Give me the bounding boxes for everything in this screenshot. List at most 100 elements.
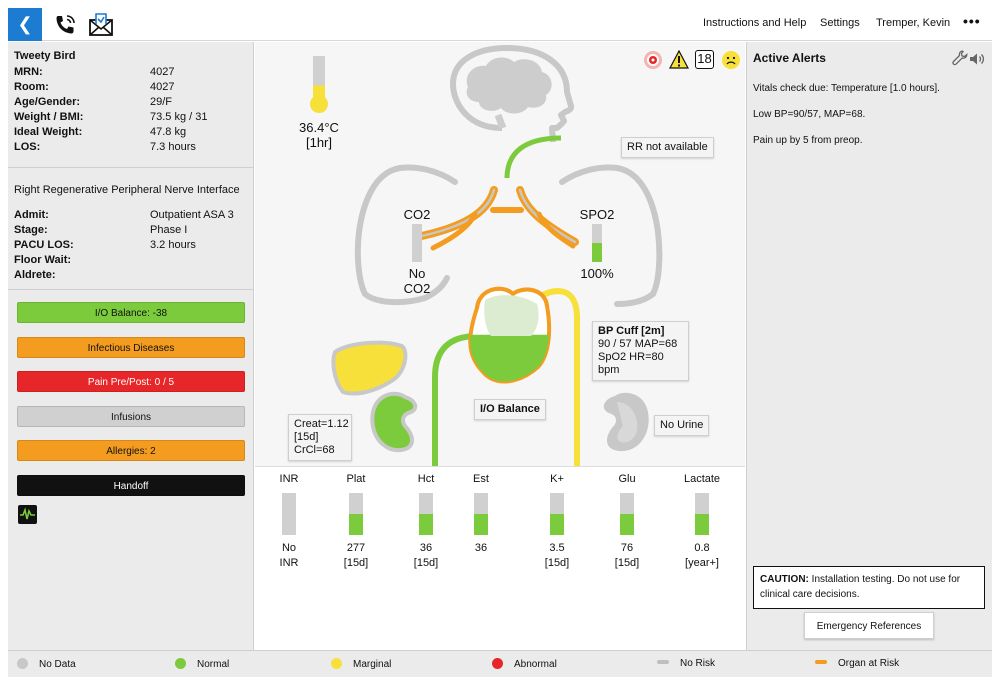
legend-item: No Data — [17, 658, 76, 670]
handoff-button[interactable]: Handoff — [17, 475, 245, 496]
co2-value: No — [408, 266, 426, 281]
field-label: MRN: — [14, 66, 43, 78]
urine-bubble[interactable]: No Urine — [654, 415, 710, 436]
airway-normal — [504, 135, 562, 179]
back-button[interactable]: ❮ — [8, 8, 42, 41]
top-bar: ❮ Instructions and Help Settings Tremper… — [8, 8, 992, 41]
target-icon[interactable] — [643, 50, 663, 70]
field-label: Ideal Weight: — [14, 126, 83, 138]
legend-swatch — [175, 658, 186, 669]
instructions-link[interactable]: Instructions and Help — [703, 17, 806, 29]
co2-value-unit: CO2 — [403, 281, 431, 296]
creatinine-bubble[interactable]: Creat=1.12 [15d] CrCl=68 — [288, 414, 352, 461]
mail-icon — [89, 13, 113, 36]
lab-name: Est — [473, 473, 489, 485]
lab-value: 36 — [474, 542, 488, 554]
lab-plat[interactable]: Plat 277 [15d] — [331, 473, 381, 571]
legend-item: Normal — [175, 658, 229, 670]
lab-potassium[interactable]: K+ 3.5 [15d] — [532, 473, 582, 571]
io-balance-label[interactable]: I/O Balance — [474, 399, 546, 420]
field-value: 7.3 hours — [150, 141, 196, 153]
field-label: Age/Gender: — [14, 96, 81, 108]
lab-glucose[interactable]: Glu 76 [15d] — [602, 473, 652, 571]
legend-item: Abnormal — [492, 658, 557, 670]
lab-lactate[interactable]: Lactate 0.8 [year+] — [677, 473, 727, 571]
lab-age: [15d] — [614, 557, 640, 569]
legend-label: Organ at Risk — [838, 658, 900, 669]
alert-item[interactable]: Pain up by 5 from preop. — [753, 135, 863, 146]
infusions-button[interactable]: Infusions — [17, 406, 245, 427]
alert-item[interactable]: Low BP=90/57, MAP=68. — [753, 109, 865, 120]
field-label: Aldrete: — [14, 269, 56, 281]
lab-fill — [349, 514, 363, 535]
lab-bar — [474, 493, 488, 535]
lab-fill — [695, 514, 709, 535]
infectious-diseases-button[interactable]: Infectious Diseases — [17, 337, 245, 358]
lab-est[interactable]: Est 36 — [456, 473, 506, 556]
liver-organ — [331, 340, 408, 396]
lab-fill — [419, 514, 433, 535]
legend-swatch — [17, 658, 28, 669]
body-map-panel: 18 36.4°C [1hr] RR not available CO2 No … — [255, 42, 745, 650]
lab-name: K+ — [550, 473, 564, 485]
spo2-hr: SpO2 HR=80 bpm — [598, 351, 664, 376]
heart-organ — [468, 286, 552, 384]
legend-item: Organ at Risk — [815, 658, 899, 669]
lab-hct[interactable]: Hct 36 [15d] — [401, 473, 451, 571]
lab-age: [15d] — [544, 557, 570, 569]
io-balance-button[interactable]: I/O Balance: -38 — [17, 302, 245, 323]
field-label: Floor Wait: — [14, 254, 72, 266]
speaker-icon[interactable] — [969, 51, 985, 67]
user-menu[interactable]: Tremper, Kevin — [876, 17, 950, 29]
lab-bar — [282, 493, 296, 535]
divider — [8, 289, 254, 290]
lab-name: Glu — [618, 473, 636, 485]
phone-button[interactable] — [52, 12, 78, 38]
field-label: Admit: — [14, 209, 49, 221]
settings-link[interactable]: Settings — [820, 17, 860, 29]
pain-score-badge[interactable]: 18 — [695, 50, 714, 69]
legend-swatch — [331, 658, 342, 669]
lab-inr[interactable]: INR No INR — [264, 473, 314, 571]
chevron-left-icon: ❮ — [17, 14, 33, 34]
sad-face-icon[interactable] — [721, 50, 741, 70]
alerts-title: Active Alerts — [753, 51, 826, 65]
bp-bubble[interactable]: BP Cuff [2m] 90 / 57 MAP=68 SpO2 HR=80 b… — [592, 321, 689, 381]
divider — [8, 167, 254, 168]
legend-label: Marginal — [353, 659, 392, 670]
field-value: 4027 — [150, 81, 175, 93]
more-icon[interactable]: ••• — [963, 13, 981, 29]
lab-name: INR — [279, 473, 299, 485]
pain-button[interactable]: Pain Pre/Post: 0 / 5 — [17, 371, 245, 392]
allergies-button[interactable]: Allergies: 2 — [17, 440, 245, 461]
waveform-icon[interactable] — [18, 505, 37, 524]
field-value: Outpatient ASA 3 — [150, 209, 234, 221]
thermometer-icon — [310, 56, 328, 113]
lab-bar — [349, 493, 363, 535]
warning-icon[interactable] — [669, 50, 689, 70]
lab-value: 3.5 — [549, 542, 565, 554]
rr-bubble[interactable]: RR not available — [621, 137, 714, 158]
patient-panel: Tweety Bird MRN: 4027 Room: 4027 Age/Gen… — [8, 42, 254, 650]
lab-name: Plat — [346, 473, 366, 485]
alert-item[interactable]: Vitals check due: Temperature [1.0 hours… — [753, 83, 940, 94]
crcl-value: CrCl=68 — [294, 444, 335, 456]
lab-bar — [620, 493, 634, 535]
right-lung — [559, 164, 663, 307]
emergency-references-button[interactable]: Emergency References — [804, 612, 934, 639]
co2-bar — [412, 224, 422, 262]
wrench-icon[interactable] — [952, 50, 968, 66]
legend-item: No Risk — [657, 658, 715, 669]
lab-bar — [695, 493, 709, 535]
legend-bar: No Data Normal Marginal Abnormal No Risk… — [8, 650, 992, 677]
legend-label: No Risk — [680, 658, 716, 669]
field-value: 73.5 kg / 31 — [150, 111, 208, 123]
field-label: Stage: — [14, 224, 48, 236]
bp-values: 90 / 57 MAP=68 — [598, 338, 678, 350]
lab-value: 76 — [620, 542, 634, 554]
lab-fill — [550, 514, 564, 535]
legend-swatch — [815, 660, 827, 664]
lab-value: No — [281, 542, 297, 554]
lab-age: [15d] — [413, 557, 439, 569]
mail-button[interactable] — [88, 12, 114, 38]
